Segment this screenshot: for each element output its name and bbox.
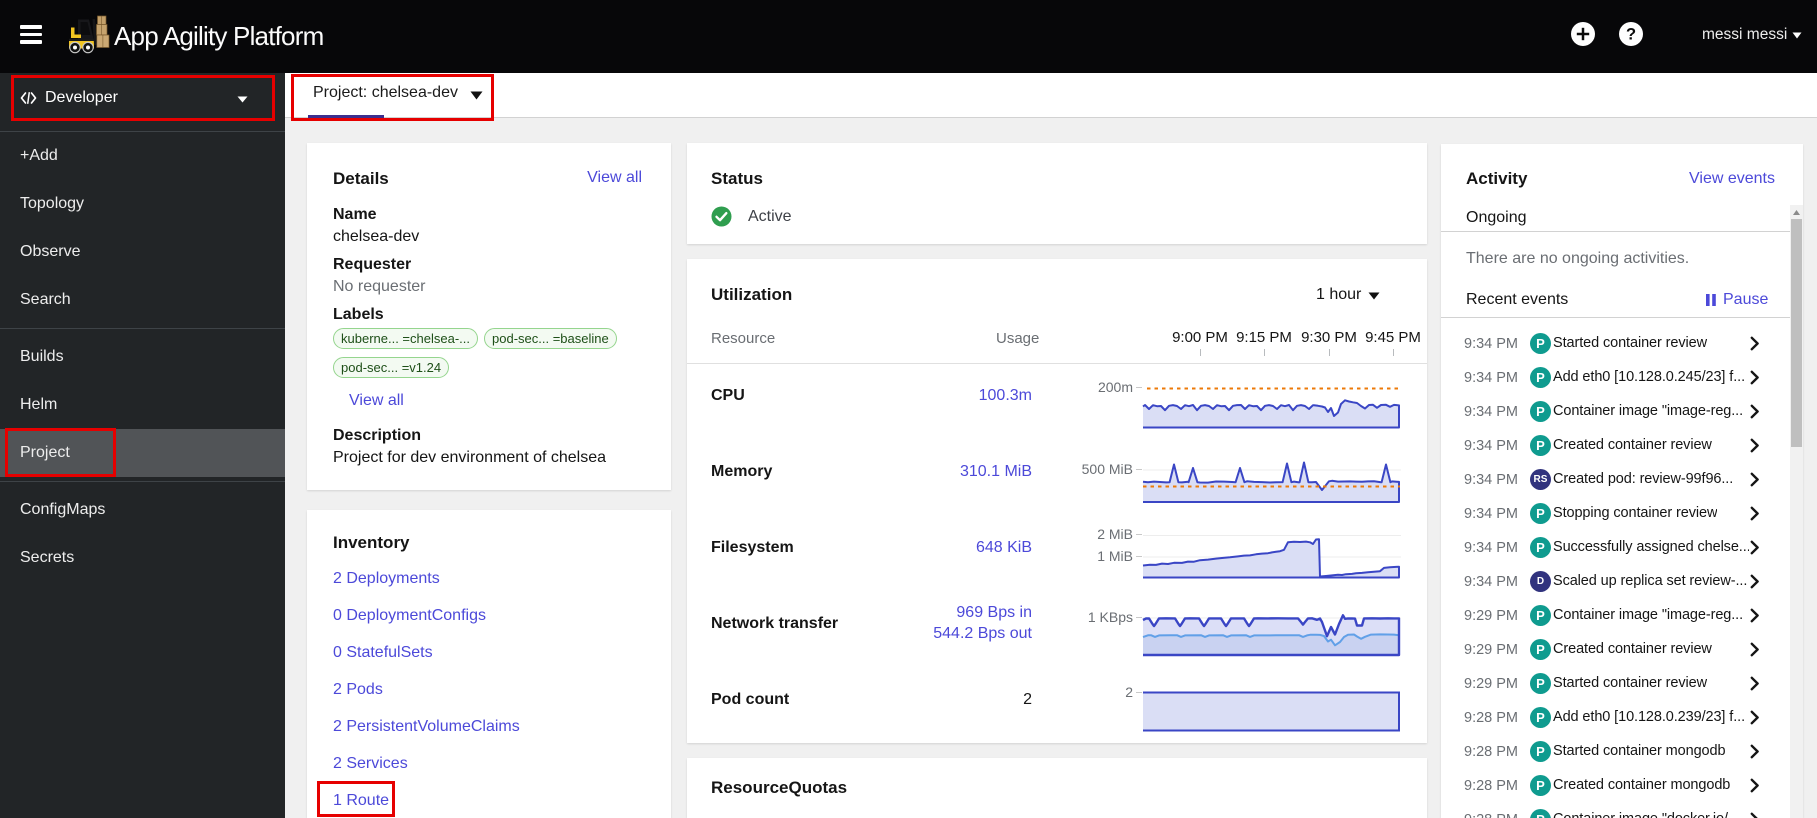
svg-text:?: ? bbox=[1626, 26, 1636, 44]
